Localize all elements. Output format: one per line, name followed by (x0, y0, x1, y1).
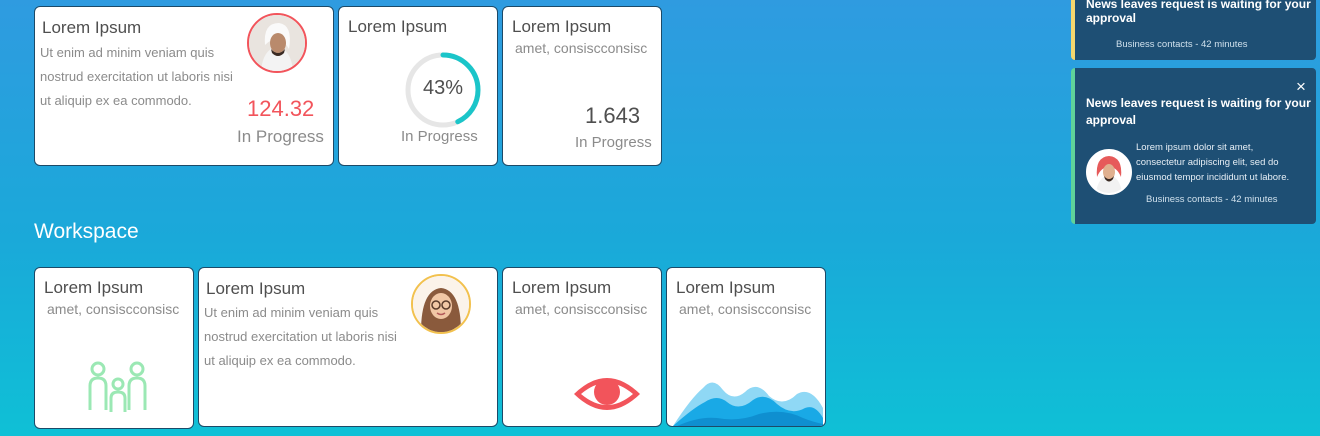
stat-card-1[interactable]: Lorem Ipsum Ut enim ad minim veniam quis… (34, 6, 334, 166)
stat-value: 124.32 (247, 96, 315, 121)
close-icon[interactable]: × (1296, 78, 1306, 95)
workspace-card-chart[interactable]: Lorem Ipsum amet, consiscconsisc (666, 267, 826, 427)
notification-card[interactable]: News leaves request is waiting for your … (1071, 0, 1316, 60)
status-text: In Progress (575, 134, 652, 151)
status-text: In Progress (401, 128, 478, 145)
workspace-card-eye[interactable]: Lorem Ipsum amet, consiscconsisc (502, 267, 662, 427)
workspace-card-text[interactable]: Lorem Ipsum Ut enim ad minim veniam quis… (198, 267, 498, 427)
notification-body: Lorem ipsum dolor sit amet, (1136, 142, 1254, 153)
progress-label: 43% (422, 77, 464, 99)
eye-icon (574, 378, 640, 410)
card-title: Lorem Ipsum (676, 278, 776, 297)
card-title: Lorem Ipsum (512, 17, 612, 36)
avatar (247, 13, 307, 73)
card-subtitle: amet, consiscconsisc (515, 40, 648, 56)
notification-body: eiusmod tempor incididunt ut labore. (1136, 172, 1290, 183)
notification-title: approval (1086, 11, 1137, 25)
card-title: Lorem Ipsum (42, 18, 142, 37)
notification-meta: Business contacts - 42 minutes (1116, 39, 1248, 50)
card-title: Lorem Ipsum (512, 278, 612, 297)
notification-title: News leaves request is waiting for your (1086, 96, 1311, 110)
stat-card-3[interactable]: Lorem Ipsum amet, consiscconsisc 1.643 I… (502, 6, 662, 166)
card-text-line: ut aliquip ex ea commodo. (204, 353, 356, 368)
avatar (411, 274, 471, 334)
notification-title: approval (1086, 113, 1137, 127)
card-title: Lorem Ipsum (348, 17, 448, 36)
status-text: In Progress (237, 127, 324, 146)
card-subtitle: amet, consiscconsisc (47, 301, 180, 317)
card-title: Lorem Ipsum (44, 278, 144, 297)
family-icon (88, 361, 147, 412)
stat-value: 1.643 (585, 103, 641, 128)
workspace-card-family[interactable]: Lorem Ipsum amet, consiscconsisc (34, 267, 194, 429)
card-title: Lorem Ipsum (206, 279, 306, 298)
notification-card[interactable]: × News leaves request is waiting for you… (1071, 68, 1316, 224)
card-text-line: ut aliquip ex ea commodo. (40, 93, 192, 108)
card-subtitle: amet, consiscconsisc (679, 301, 812, 317)
section-heading-workspace: Workspace (34, 220, 139, 243)
notification-body: consectetur adipiscing elit, sed do (1136, 157, 1279, 168)
area-chart-icon (673, 382, 823, 426)
notification-meta: Business contacts - 42 minutes (1146, 194, 1278, 205)
card-subtitle: amet, consiscconsisc (515, 301, 648, 317)
progress-card[interactable]: Lorem Ipsum 43% In Progress (338, 6, 498, 166)
avatar (1086, 149, 1132, 195)
